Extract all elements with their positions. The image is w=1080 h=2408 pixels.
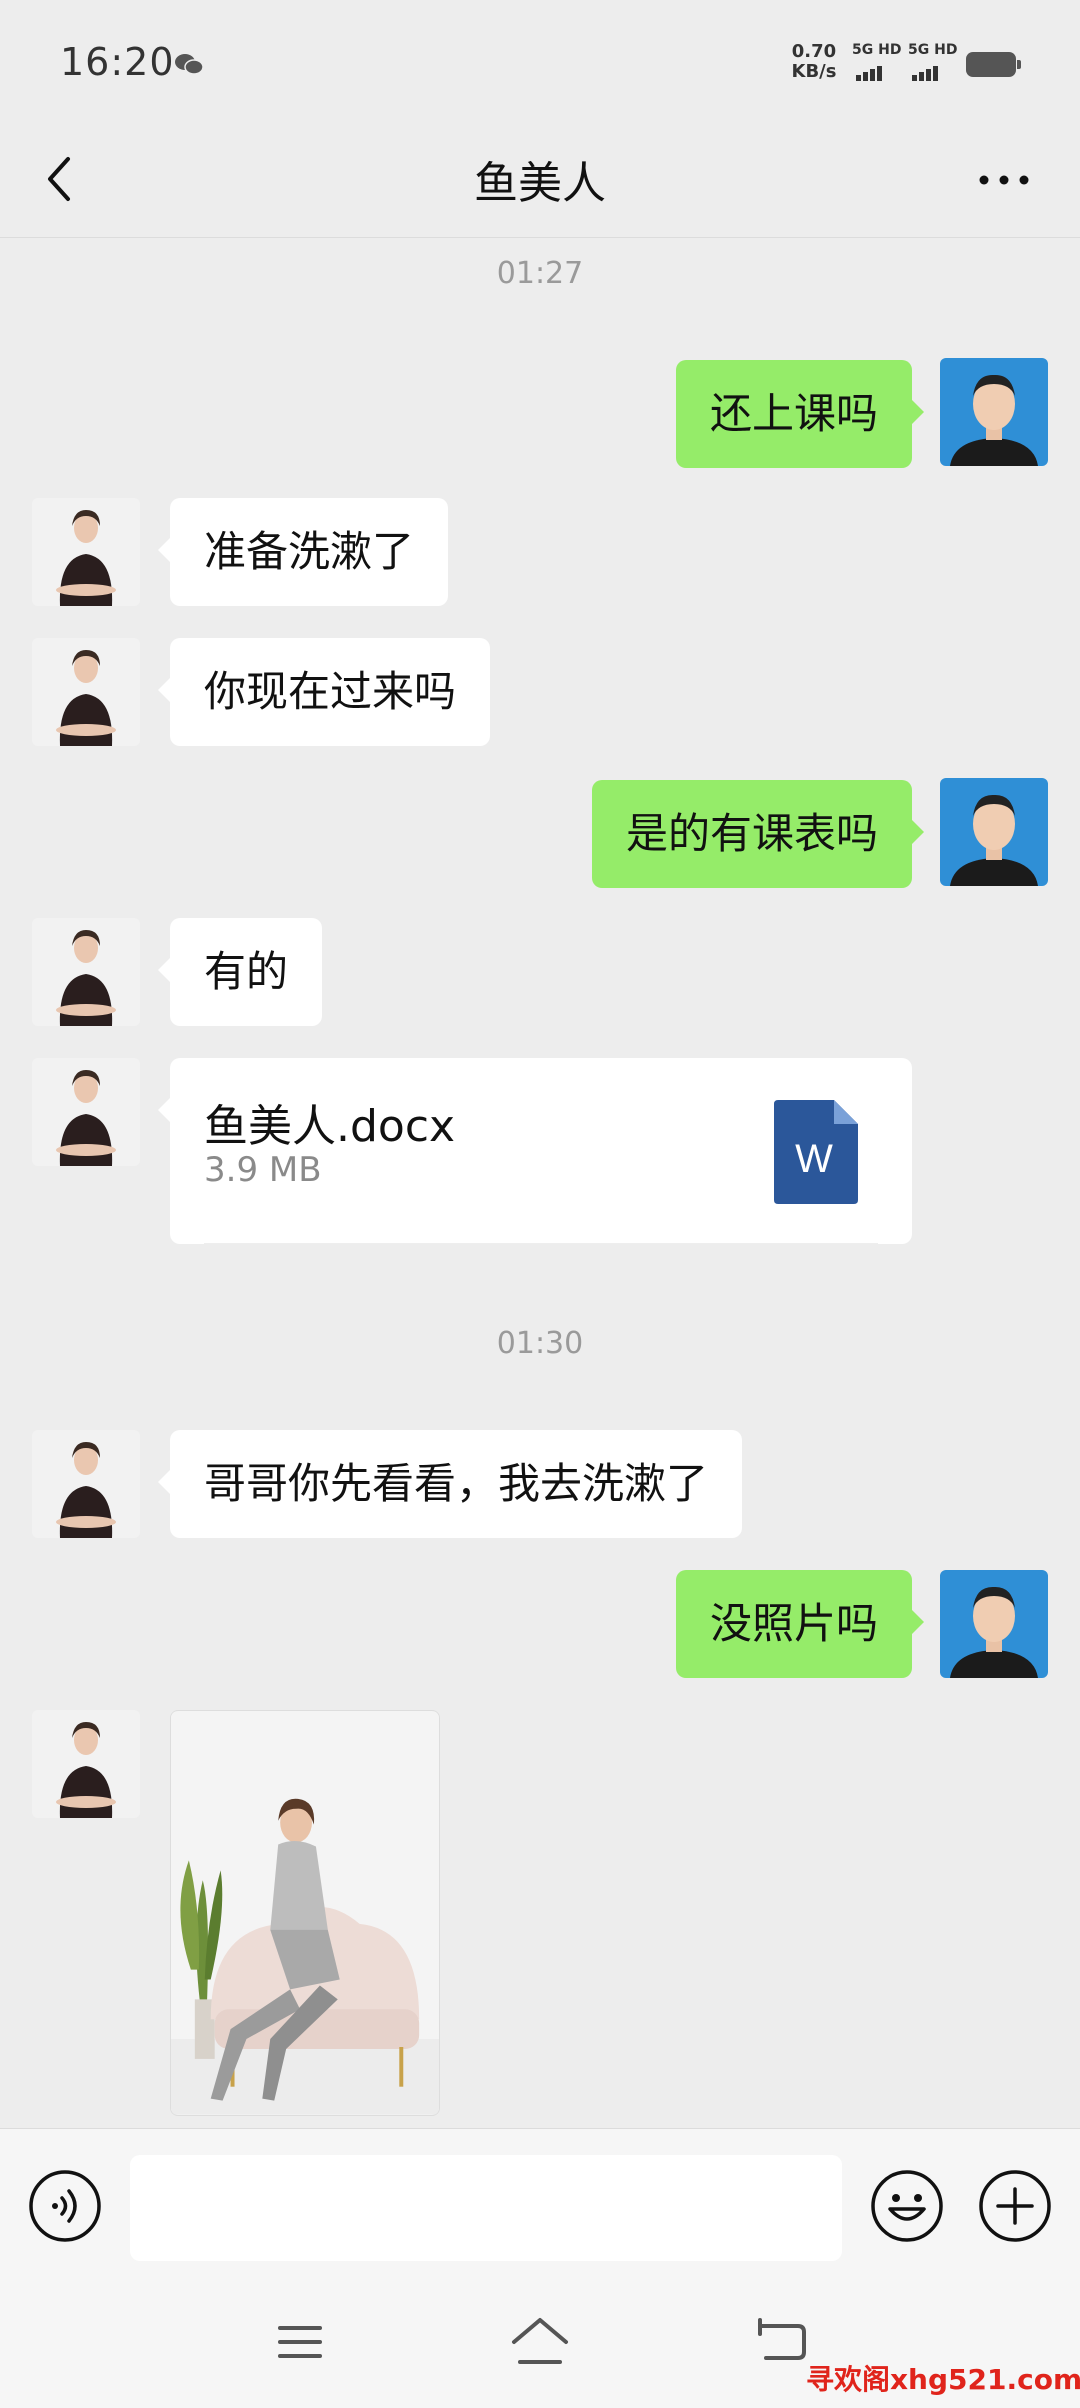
contact-avatar[interactable] — [32, 1710, 140, 1818]
network-speed-unit: KB/s — [791, 61, 837, 82]
watermark-text: 寻欢阁xhg521.com — [806, 2363, 1080, 2396]
wechat-notification-icon — [175, 54, 204, 75]
system-back-icon[interactable] — [752, 2316, 810, 2368]
contact-avatar[interactable] — [32, 498, 140, 606]
network-speed: 0.70 KB/s — [788, 42, 840, 82]
word-document-icon: W — [774, 1100, 858, 1204]
signal-2-label: 5G HD — [908, 42, 958, 58]
signal-1: 5G HD — [852, 42, 902, 82]
contact-avatar[interactable] — [32, 638, 140, 746]
incoming-message[interactable]: 有的 — [157, 918, 323, 1026]
chat-title: 鱼美人 — [474, 158, 606, 209]
word-icon-letter: W — [795, 1137, 833, 1181]
incoming-message[interactable]: 你现在过来吗 — [157, 638, 491, 746]
image-message[interactable] — [170, 1710, 440, 2116]
voice-input-icon[interactable] — [28, 2169, 102, 2243]
female-avatar-image — [32, 638, 140, 746]
female-avatar-image — [32, 1430, 140, 1538]
more-options-icon[interactable] — [976, 165, 1032, 195]
plus-icon[interactable] — [978, 2169, 1052, 2243]
home-icon[interactable] — [508, 2314, 572, 2368]
incoming-message[interactable]: 准备洗漱了 — [157, 498, 449, 606]
recent-apps-menu-icon[interactable] — [276, 2320, 324, 2364]
outgoing-message[interactable]: 是的有课表吗 — [591, 780, 925, 888]
female-avatar-image — [32, 1710, 140, 1818]
female-avatar-image — [32, 918, 140, 1026]
system-navigation-bar: 寻欢阁xhg521.com — [0, 2280, 1080, 2408]
emoji-icon[interactable] — [870, 2169, 944, 2243]
outgoing-message[interactable]: 还上课吗 — [675, 360, 925, 468]
photo-image — [171, 1711, 439, 2115]
file-size: 3.9 MB — [204, 1150, 322, 1190]
chat-header: 鱼美人 — [0, 125, 1080, 238]
chat-input-bar — [0, 2128, 1080, 2281]
my-avatar[interactable] — [940, 358, 1048, 466]
status-time: 16:20 — [60, 40, 175, 84]
battery-icon — [966, 52, 1021, 77]
outgoing-message[interactable]: 没照片吗 — [675, 1570, 925, 1678]
male-avatar-image — [940, 778, 1048, 886]
signal-2: 5G HD — [908, 42, 958, 82]
signal-bars-icon — [856, 62, 884, 81]
file-name: 鱼美人.docx — [204, 1101, 456, 1152]
signal-1-label: 5G HD — [852, 42, 902, 58]
male-avatar-image — [940, 1570, 1048, 1678]
file-card-divider — [204, 1243, 878, 1244]
male-avatar-image — [940, 358, 1048, 466]
status-bar: 16:20 0.70 KB/s 5G HD 5G HD — [0, 0, 1080, 125]
message-input[interactable] — [130, 2155, 842, 2261]
contact-avatar[interactable] — [32, 1058, 140, 1166]
my-avatar[interactable] — [940, 1570, 1048, 1678]
my-avatar[interactable] — [940, 778, 1048, 886]
signal-bars-icon — [912, 62, 940, 81]
message-timestamp: 01:30 — [496, 1326, 584, 1361]
female-avatar-image — [32, 1058, 140, 1166]
message-timestamp: 01:27 — [496, 256, 584, 291]
contact-avatar[interactable] — [32, 1430, 140, 1538]
network-speed-value: 0.70 — [791, 41, 837, 62]
incoming-message[interactable]: 哥哥你先看看，我去洗漱了 — [157, 1430, 743, 1538]
contact-avatar[interactable] — [32, 918, 140, 1026]
female-avatar-image — [32, 498, 140, 606]
file-message[interactable]: 鱼美人.docx 3.9 MB W — [158, 1058, 912, 1244]
